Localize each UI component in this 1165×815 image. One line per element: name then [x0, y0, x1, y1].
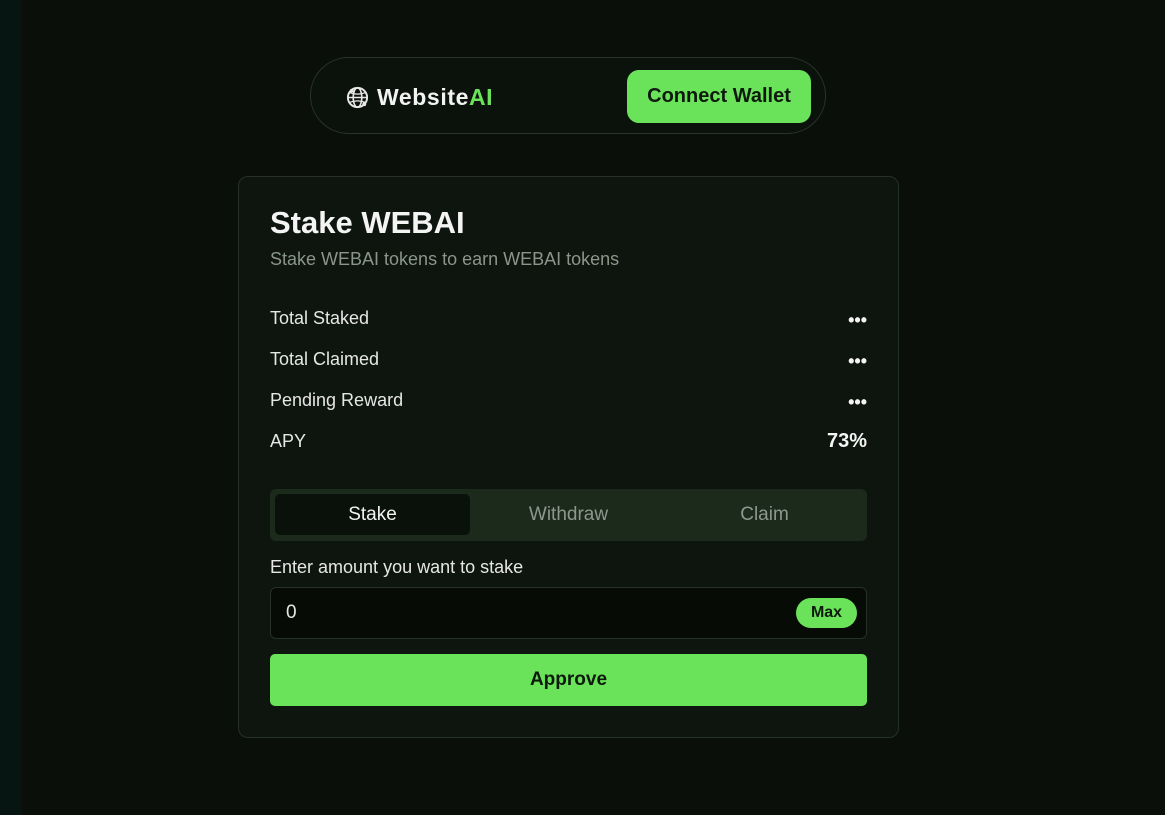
stat-value: •••	[848, 392, 867, 412]
logo-text: WebsiteAI	[377, 84, 493, 111]
stat-total-staked: Total Staked •••	[270, 308, 867, 336]
tab-claim[interactable]: Claim	[667, 494, 862, 535]
window-edge	[0, 0, 22, 815]
tab-withdraw[interactable]: Withdraw	[471, 494, 666, 535]
stat-label: Pending Reward	[270, 390, 404, 410]
stat-pending-reward: Pending Reward •••	[270, 390, 867, 418]
amount-label: Enter amount you want to stake	[270, 557, 524, 577]
action-tabs: Stake Withdraw Claim	[270, 489, 867, 541]
stat-label: APY	[270, 431, 307, 451]
stat-apy: APY 73%	[270, 430, 867, 459]
approve-button[interactable]: Approve	[270, 654, 867, 706]
max-button[interactable]: Max	[796, 598, 857, 628]
card-subtitle: Stake WEBAI tokens to earn WEBAI tokens	[270, 249, 620, 269]
amount-field: Max	[270, 587, 867, 639]
connect-wallet-button[interactable]: Connect Wallet	[627, 70, 811, 123]
stat-value: •••	[848, 310, 867, 330]
stat-label: Total Claimed	[270, 349, 380, 369]
navbar: WebsiteAI Connect Wallet	[310, 57, 826, 134]
globe-icon	[346, 86, 369, 108]
logo[interactable]: WebsiteAI	[345, 82, 493, 112]
stat-value: •••	[848, 351, 867, 371]
stat-total-claimed: Total Claimed •••	[270, 349, 867, 377]
stat-label: Total Staked	[270, 308, 370, 328]
amount-input[interactable]	[286, 600, 766, 626]
stake-card: Stake WEBAI Stake WEBAI tokens to earn W…	[238, 176, 899, 738]
logo-text-accent: AI	[468, 83, 494, 110]
logo-text-main: Website	[377, 83, 469, 110]
stat-value: 73%	[826, 430, 867, 452]
tab-stake[interactable]: Stake	[275, 494, 470, 535]
card-title: Stake WEBAI	[270, 205, 465, 240]
